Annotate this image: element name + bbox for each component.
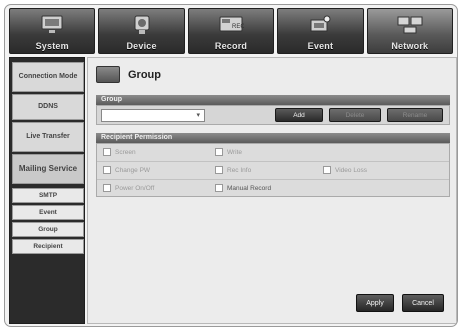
- sidebar-item-label: Mailing Service: [18, 164, 78, 174]
- sidebar-item-label: Group: [38, 225, 58, 233]
- tab-network[interactable]: Network: [366, 8, 454, 54]
- tab-label: System: [35, 41, 69, 51]
- group-select[interactable]: ▾: [101, 109, 205, 122]
- checkbox[interactable]: [215, 166, 223, 174]
- sidebar-item-label: Connection Mode: [18, 72, 78, 80]
- sidebar-item-label: Event: [39, 208, 57, 216]
- sidebar-item-smtp[interactable]: SMTP: [12, 188, 84, 203]
- top-tab-bar: System Device REC Record Event Network: [9, 8, 454, 54]
- sidebar: Connection Mode DDNS Live Transfer Maili…: [9, 57, 85, 324]
- content-panel: Group Group ▾ Add Delete Rename Recipien…: [87, 57, 457, 324]
- sidebar-item-live-transfer[interactable]: Live Transfer: [12, 122, 84, 152]
- apply-button[interactable]: Apply: [356, 294, 394, 312]
- tab-event[interactable]: Event: [277, 8, 364, 54]
- tab-device[interactable]: Device: [98, 8, 185, 54]
- delete-button[interactable]: Delete: [329, 108, 381, 122]
- checkbox[interactable]: [103, 166, 111, 174]
- event-icon: [310, 15, 331, 32]
- add-button[interactable]: Add: [275, 108, 323, 122]
- permission-screen[interactable]: Screen: [103, 148, 136, 156]
- checkbox[interactable]: [215, 184, 223, 192]
- dvr-window: System Device REC Record Event Network C…: [4, 4, 458, 327]
- permission-section-header: Recipient Permission: [96, 133, 450, 143]
- network-icon: [397, 16, 423, 34]
- permission-manual-record[interactable]: Manual Record: [215, 184, 271, 192]
- permission-rec-info[interactable]: Rec Info: [215, 166, 251, 174]
- permission-label: Change PW: [115, 166, 151, 174]
- permission-label: Write: [227, 148, 243, 156]
- cancel-button[interactable]: Cancel: [402, 294, 444, 312]
- sidebar-item-event[interactable]: Event: [12, 205, 84, 220]
- permission-label: Rec Info: [227, 166, 252, 174]
- checkbox[interactable]: [323, 166, 331, 174]
- tab-system[interactable]: System: [9, 8, 96, 54]
- sidebar-item-label: DDNS: [38, 102, 58, 110]
- svg-text:REC: REC: [232, 24, 244, 30]
- page-title: Group: [128, 69, 161, 81]
- permission-row: Power On/Off Manual Record: [97, 180, 449, 198]
- permission-panel: Screen Write Change PW Rec Info Video Lo…: [96, 143, 450, 197]
- chevron-down-icon: ▾: [196, 112, 200, 119]
- permission-label: Video Loss: [335, 166, 368, 174]
- record-icon: REC: [219, 16, 244, 32]
- sidebar-item-ddns[interactable]: DDNS: [12, 94, 84, 120]
- network-icon: [96, 66, 120, 83]
- permission-label: Manual Record: [227, 184, 272, 192]
- tab-label: Network: [391, 41, 429, 51]
- permission-row: Screen Write: [97, 144, 449, 162]
- rename-button[interactable]: Rename: [387, 108, 443, 122]
- sidebar-item-group[interactable]: Group: [12, 222, 84, 237]
- tab-label: Event: [307, 41, 334, 51]
- group-section-header: Group: [96, 95, 450, 105]
- permission-power-on-off[interactable]: Power On/Off: [103, 184, 154, 192]
- sidebar-item-label: Live Transfer: [26, 132, 70, 140]
- permission-row: Change PW Rec Info Video Loss: [97, 162, 449, 180]
- monitor-icon: [41, 15, 63, 33]
- sidebar-item-recipient[interactable]: Recipient: [12, 239, 84, 254]
- permission-video-loss[interactable]: Video Loss: [323, 166, 367, 174]
- checkbox[interactable]: [103, 184, 111, 192]
- sidebar-item-connection-mode[interactable]: Connection Mode: [12, 62, 84, 92]
- tab-record[interactable]: REC Record: [187, 8, 275, 54]
- sidebar-item-label: Recipient: [33, 242, 63, 250]
- checkbox[interactable]: [215, 148, 223, 156]
- group-controls: ▾ Add Delete Rename: [96, 105, 450, 125]
- tab-label: Record: [214, 41, 248, 51]
- camera-icon: [134, 15, 150, 34]
- permission-label: Screen: [115, 148, 136, 156]
- permission-change-pw[interactable]: Change PW: [103, 166, 150, 174]
- tab-label: Device: [126, 41, 157, 51]
- permission-label: Power On/Off: [115, 184, 155, 192]
- permission-write[interactable]: Write: [215, 148, 242, 156]
- sidebar-item-mailing-service[interactable]: Mailing Service: [12, 154, 84, 184]
- sidebar-item-label: SMTP: [38, 191, 58, 199]
- checkbox[interactable]: [103, 148, 111, 156]
